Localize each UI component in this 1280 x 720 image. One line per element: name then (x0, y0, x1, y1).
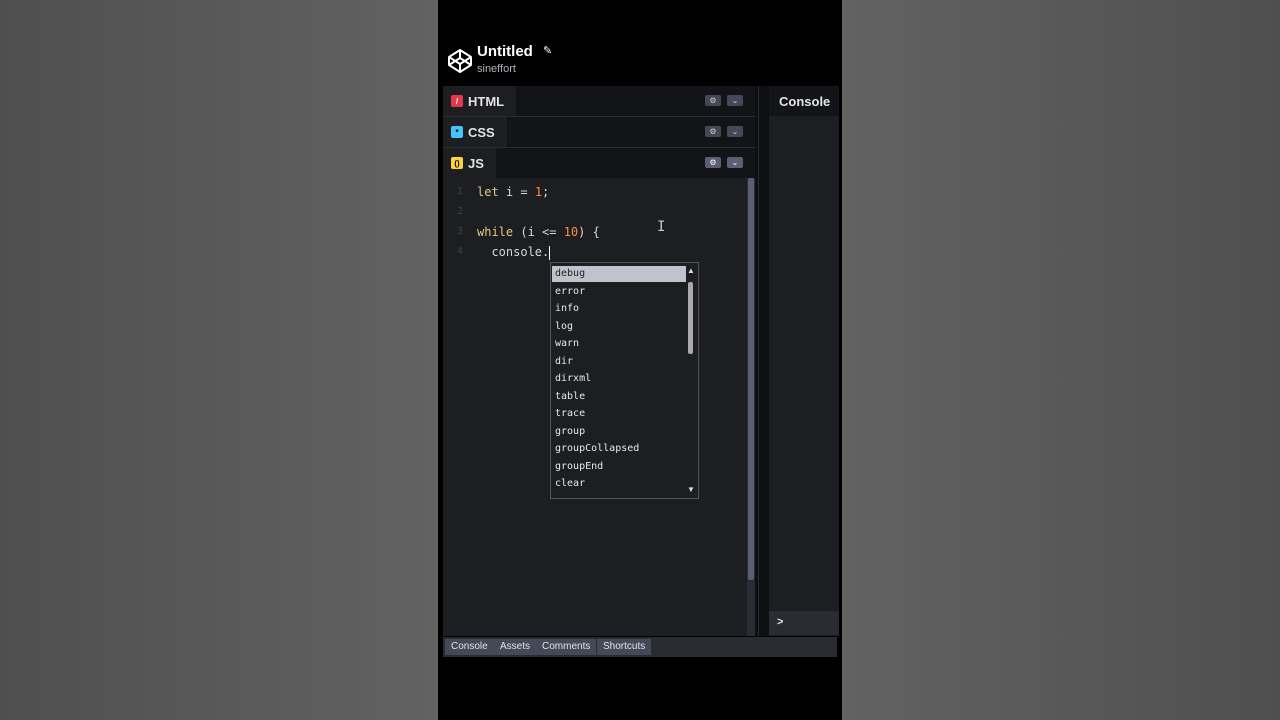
autocomplete-item[interactable]: info (552, 301, 686, 317)
code-text: let i = 1; (477, 185, 550, 199)
scroll-down-arrow-icon[interactable]: ▼ (687, 485, 695, 494)
autocomplete-item[interactable]: dirxml (552, 371, 686, 387)
editor-scrollbar-thumb[interactable] (748, 178, 754, 580)
html-editor-header: / HTML ⚙ ⌄ (443, 86, 755, 117)
console-input[interactable]: > (769, 611, 839, 635)
console-title: Console (779, 94, 831, 109)
html-badge-icon: / (451, 95, 463, 107)
tab-html-label: HTML (468, 93, 505, 109)
autocomplete-dropdown[interactable]: debug error info log warn dir dirxml tab… (550, 262, 699, 499)
autocomplete-item[interactable]: table (552, 389, 686, 405)
pane-resize-handle[interactable] (755, 86, 769, 636)
css-settings-gear-icon[interactable]: ⚙ (705, 126, 721, 137)
html-collapse-chevron-icon[interactable]: ⌄ (727, 95, 743, 106)
video-background-left (0, 0, 438, 720)
html-settings-gear-icon[interactable]: ⚙ (705, 95, 721, 106)
scroll-up-arrow-icon[interactable]: ▲ (687, 266, 695, 275)
css-editor-header: * CSS ⚙ ⌄ (443, 117, 755, 148)
autocomplete-scrollbar-thumb[interactable] (688, 282, 693, 354)
js-settings-gear-icon[interactable]: ⚙ (705, 157, 721, 168)
line-number: 1 (456, 186, 463, 197)
js-badge-icon: () (451, 157, 463, 169)
mouse-ibeam-cursor-icon: I (657, 219, 666, 235)
code-line: 4 console. (443, 242, 743, 262)
text-cursor (549, 245, 551, 260)
code-line: 3 while (i <= 10) { (443, 222, 743, 242)
codepen-window: Untitled ✎ sineffort / HTML ⚙ ⌄ * CSS ⚙ … (438, 0, 842, 720)
autocomplete-item[interactable]: error (552, 284, 686, 300)
code-line: 1 let i = 1; (443, 182, 743, 202)
tab-css-label: CSS (468, 124, 495, 140)
code-text: while (i <= 10) { (477, 225, 600, 239)
tab-js-label: JS (468, 155, 484, 171)
autocomplete-item[interactable]: trace (552, 406, 686, 422)
shortcuts-button[interactable]: Shortcuts (597, 639, 652, 655)
comments-button[interactable]: Comments (536, 639, 597, 655)
pen-title[interactable]: Untitled (477, 43, 533, 60)
autocomplete-item[interactable]: log (552, 319, 686, 335)
video-background-right (842, 0, 1280, 720)
autocomplete-item[interactable]: groupCollapsed (552, 441, 686, 457)
autocomplete-item[interactable]: debug (552, 266, 686, 282)
code-line: 2 (443, 202, 743, 222)
autocomplete-item[interactable]: clear (552, 476, 686, 492)
console-prompt-icon: > (777, 616, 784, 628)
console-header: Console (769, 86, 839, 116)
console-button[interactable]: Console (445, 639, 494, 655)
autocomplete-item[interactable]: group (552, 424, 686, 440)
tab-css[interactable]: * CSS (443, 117, 507, 147)
line-number: 4 (456, 246, 463, 257)
pen-author[interactable]: sineffort (477, 63, 516, 75)
pen-header: Untitled ✎ sineffort (443, 38, 837, 84)
edit-title-pencil-icon[interactable]: ✎ (543, 44, 552, 57)
tab-html[interactable]: / HTML (443, 86, 517, 116)
assets-button[interactable]: Assets (494, 639, 537, 655)
autocomplete-item[interactable]: groupEnd (552, 459, 686, 475)
tab-js[interactable]: () JS (443, 148, 496, 178)
codepen-logo-icon[interactable] (447, 48, 473, 74)
line-number: 2 (456, 206, 463, 217)
js-collapse-chevron-icon[interactable]: ⌄ (727, 157, 743, 168)
autocomplete-item[interactable]: warn (552, 336, 686, 352)
code-text: console. (477, 245, 551, 260)
bottom-bar: Console Assets Comments Shortcuts (443, 637, 837, 657)
console-pane: Console > (769, 86, 839, 636)
editor-scrollbar[interactable] (747, 178, 755, 636)
js-editor-header: () JS ⚙ ⌄ (443, 148, 755, 179)
autocomplete-scrollbar[interactable]: ▲ ▼ (686, 266, 696, 494)
autocomplete-item[interactable]: dir (552, 354, 686, 370)
line-number: 3 (456, 226, 463, 237)
css-collapse-chevron-icon[interactable]: ⌄ (727, 126, 743, 137)
css-badge-icon: * (451, 126, 463, 138)
